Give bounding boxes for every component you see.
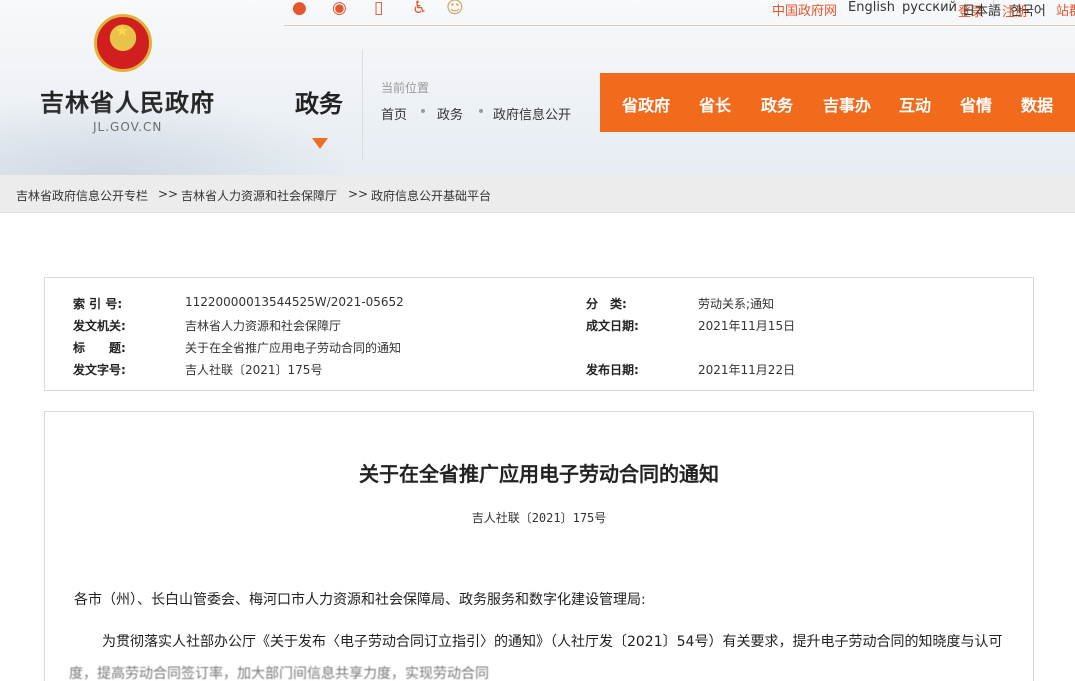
lang-russian[interactable]: русский (902, 0, 957, 15)
issuer-label: 发文机关: (73, 319, 126, 333)
breadcrumb-separator: >> (348, 187, 369, 201)
weibo-icon[interactable]: ◉ (332, 0, 347, 17)
lang-english[interactable]: English (848, 0, 895, 15)
breadcrumb-item[interactable]: 政府信息公开基础平台 (371, 187, 491, 204)
mobile-icon[interactable]: ▯ (374, 0, 383, 17)
article-doc-number: 吉人社联〔2021〕175号 (471, 511, 607, 525)
issuer-value: 吉林省人力资源和社会保障厅 (185, 319, 342, 333)
nav-governor[interactable]: 省长 (699, 92, 731, 116)
national-emblem-icon: ★ (94, 14, 152, 72)
breadcrumb-item[interactable]: 吉林省政府信息公开专栏 (16, 187, 148, 204)
site-domain: JL.GOV.CN (93, 120, 163, 134)
nav-jishiban[interactable]: 吉事办 (823, 92, 871, 116)
breadcrumb: 吉林省政府信息公开专栏 >> 吉林省人力资源和社会保障厅 >> 政府信息公开基础… (0, 175, 1075, 213)
location-dot (479, 109, 483, 113)
location-affairs[interactable]: 政务 (437, 104, 463, 123)
site-group-link[interactable]: 站群 (1056, 0, 1075, 19)
main-nav: 省政府 省长 政务 吉事办 互动 省情 数据 (600, 73, 1075, 132)
divider (362, 50, 363, 160)
location-label: 当前位置 (381, 81, 430, 95)
lang-japanese[interactable]: 日本語 (962, 0, 1001, 19)
article: 关于在全省推广应用电子劳动合同的通知 吉人社联〔2021〕175号 各市（州）、… (44, 411, 1034, 681)
index-value: 11220000013544525W/2021-05652 (185, 295, 404, 309)
section-arrow-icon (312, 138, 328, 149)
nav-provincial-gov[interactable]: 省政府 (622, 92, 670, 116)
article-paragraph: 为贯彻落实人社部办公厅《关于发布〈电子劳动合同订立指引〉的通知》（人社厅发〔20… (102, 634, 1003, 650)
site-name[interactable]: 吉林省人民政府 (40, 83, 215, 118)
index-label: 索 引 号: (73, 297, 123, 311)
article-paragraph: 度，提高劳动合同签订率，加大部门间信息共享力度，实现劳动合同 (69, 666, 489, 681)
accessibility-icon[interactable]: ♿ (412, 0, 427, 17)
location-gov-info[interactable]: 政府信息公开 (493, 104, 571, 123)
title-value: 关于在全省推广应用电子劳动合同的通知 (185, 341, 402, 355)
docno-value: 吉人社联〔2021〕175号 (185, 363, 323, 377)
breadcrumb-item[interactable]: 吉林省人力资源和社会保障厅 (181, 187, 337, 204)
nav-province-info[interactable]: 省情 (960, 92, 992, 116)
article-salutation: 各市（州）、长白山管委会、梅河口市人力资源和社会保障局、政务服务和数字化建设管理… (74, 592, 646, 608)
category-value: 劳动关系;通知 (698, 297, 775, 311)
lang-korean[interactable]: 한국어 (1010, 0, 1046, 19)
article-title: 关于在全省推广应用电子劳动合同的通知 (359, 462, 719, 486)
document-metadata: 索 引 号: 11220000013544525W/2021-05652 分 类… (44, 277, 1034, 391)
weibo-icon[interactable]: ● (292, 0, 307, 17)
breadcrumb-separator: >> (158, 187, 179, 201)
date-label: 成文日期: (586, 319, 639, 333)
china-gov-link[interactable]: 中国政府网 (772, 0, 837, 19)
publish-label: 发布日期: (586, 363, 639, 377)
publish-value: 2021年11月22日 (698, 363, 796, 377)
mascot-icon[interactable]: ☺ (446, 0, 464, 17)
docno-label: 发文字号: (73, 363, 126, 377)
location-dot (421, 109, 425, 113)
category-label: 分 类: (586, 297, 627, 311)
title-label: 标 题: (73, 341, 126, 355)
location-home[interactable]: 首页 (381, 104, 407, 123)
nav-affairs[interactable]: 政务 (761, 92, 793, 116)
nav-data[interactable]: 数据 (1021, 92, 1053, 116)
nav-interaction[interactable]: 互动 (899, 92, 931, 116)
section-title: 政务 (295, 90, 343, 118)
date-value: 2021年11月15日 (698, 319, 796, 333)
top-utility-bar: ● ◉ ▯ ♿ ☺ 登录 注册 中国政府网 English русский 日本… (284, 0, 1075, 26)
